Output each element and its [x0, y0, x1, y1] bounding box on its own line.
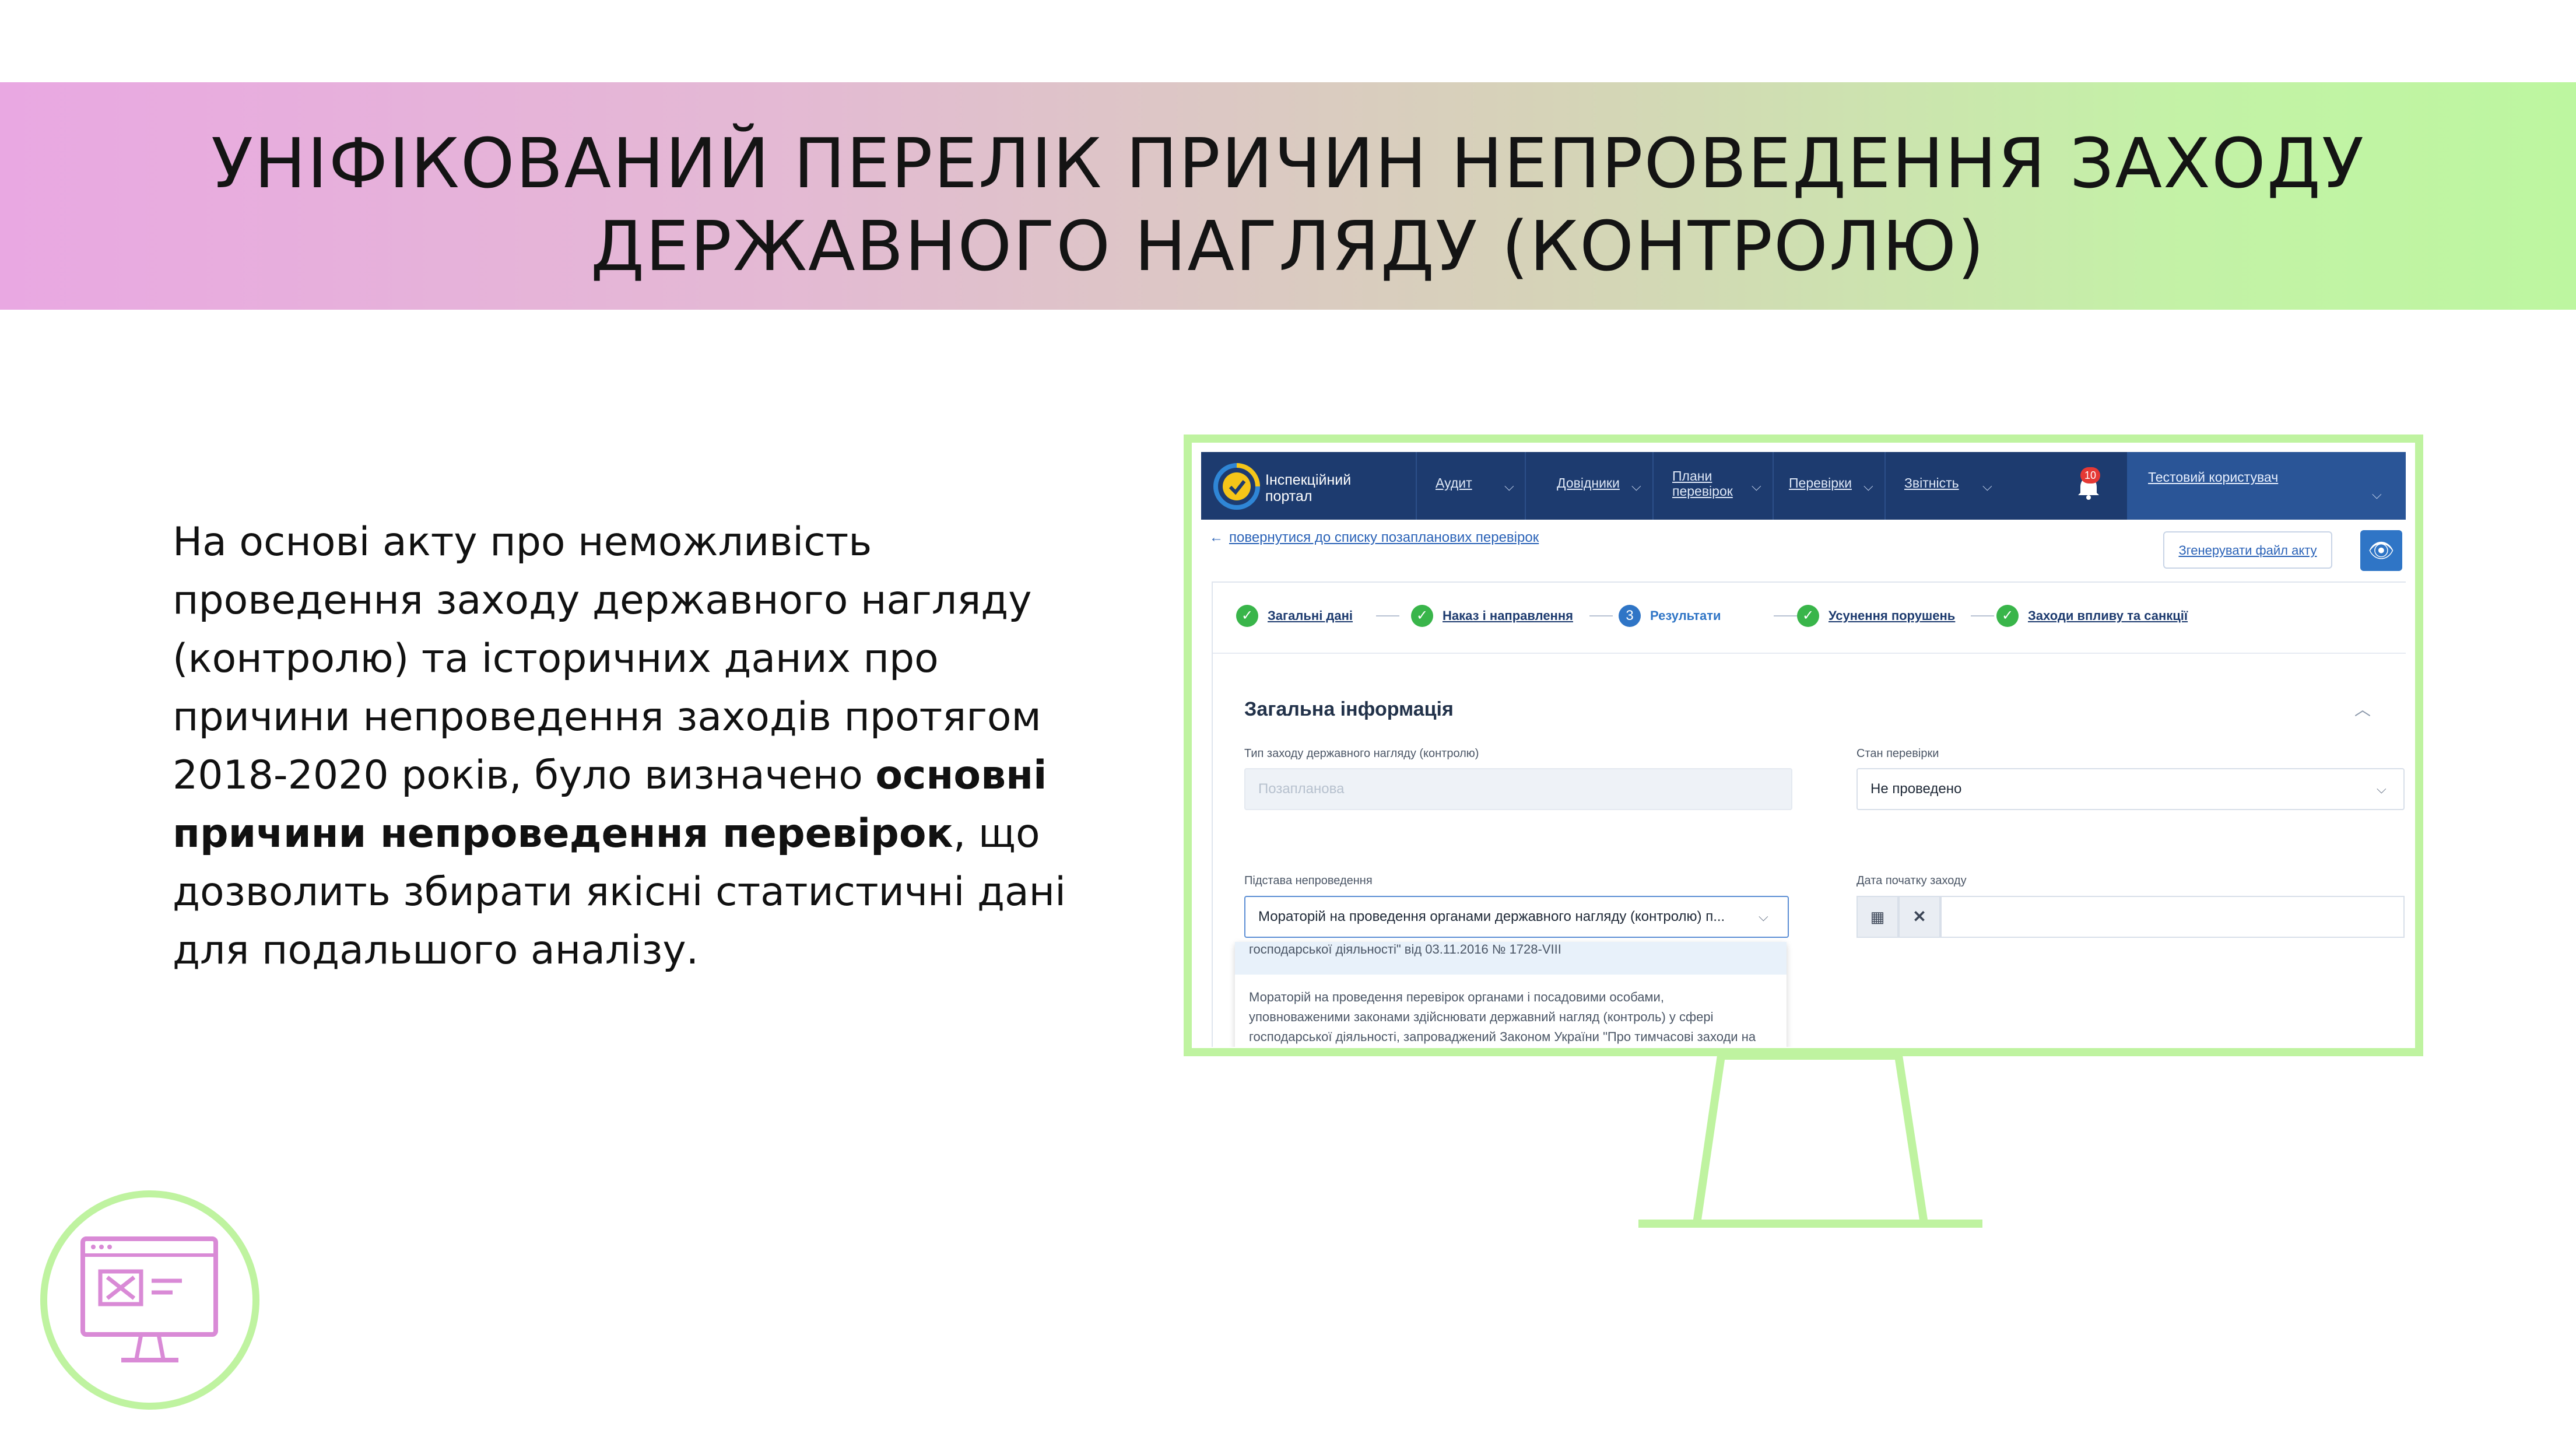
monitor-stand: [1638, 1054, 1982, 1228]
chevron-down-icon: ⌵: [1759, 909, 1768, 924]
step-general[interactable]: ✓ Загальні дані: [1236, 605, 1353, 627]
chevron-down-icon: ⌵: [2377, 782, 2387, 796]
nav-divider: [1884, 452, 1886, 520]
step-number: 3: [1619, 605, 1641, 627]
basis-label: Підстава непроведення: [1244, 874, 1373, 887]
notification-badge: 10: [2080, 467, 2100, 483]
dropdown-option[interactable]: Мораторій на проведення перевірок органа…: [1249, 987, 1762, 1047]
step-label: Усунення порушень: [1829, 608, 1956, 623]
header-banner: УНІФІКОВАНИЙ ПЕРЕЛІК ПРИЧИН НЕПРОВЕДЕННЯ…: [0, 82, 2576, 310]
step-connector: [1376, 615, 1399, 616]
user-menu[interactable]: Тестовий користувач ⌵: [2127, 452, 2406, 520]
eye-icon[interactable]: 👁: [2360, 530, 2402, 571]
step-label: Результати: [1650, 608, 1721, 623]
step-connector: [1774, 615, 1797, 616]
back-link-label: повернутися до списку позапланових перев…: [1229, 530, 1539, 545]
brand-line-2: портал: [1265, 488, 1312, 504]
state-label: Стан перевірки: [1856, 747, 1939, 760]
app-navbar: Інспекційний портал Аудит ⌵ Довідники ⌵ …: [1201, 452, 2406, 520]
basis-dropdown: господарської діяльності" від 03.11.2016…: [1235, 942, 1787, 1047]
step-label: Заходи впливу та санкції: [2028, 608, 2188, 623]
nav-divider: [1416, 452, 1417, 520]
nav-divider: [1525, 452, 1526, 520]
check-icon: ✓: [1797, 605, 1819, 627]
chevron-down-icon[interactable]: ⌵: [1863, 479, 1873, 494]
step-connector: [1971, 615, 1994, 616]
state-select[interactable]: Не проведено ⌵: [1856, 768, 2405, 810]
app-screenshot: Інспекційний портал Аудит ⌵ Довідники ⌵ …: [1201, 452, 2406, 1047]
section-title: Загальна інформація: [1244, 698, 1454, 720]
step-remediation[interactable]: ✓ Усунення порушень: [1797, 605, 1955, 627]
date-label: Дата початку заходу: [1856, 874, 1967, 887]
nav-divider: [1773, 452, 1774, 520]
calendar-icon[interactable]: ▦: [1856, 896, 1898, 938]
basis-select-value: Мораторій на проведення органами державн…: [1258, 909, 1725, 924]
back-link[interactable]: ← повернутися до списку позапланових пере…: [1209, 530, 1539, 546]
chevron-down-icon[interactable]: ⌵: [1752, 479, 1761, 494]
nav-divider: [1652, 452, 1654, 520]
check-icon: ✓: [1996, 605, 2019, 627]
generate-act-button[interactable]: Згенерувати файл акту: [2163, 531, 2332, 569]
chevron-down-icon[interactable]: ⌵: [1982, 479, 1992, 494]
step-label: Наказ і направлення: [1443, 608, 1573, 623]
nav-plans-line-2: перевірок: [1672, 483, 1733, 499]
page-title: УНІФІКОВАНИЙ ПЕРЕЛІК ПРИЧИН НЕПРОВЕДЕННЯ…: [0, 122, 2576, 288]
nav-item-plans[interactable]: Плани перевірок: [1672, 468, 1733, 499]
step-sanctions[interactable]: ✓ Заходи впливу та санкції: [1996, 605, 2188, 627]
type-label: Тип заходу державного нагляду (контролю): [1244, 747, 1479, 760]
nav-item-reports[interactable]: Звітність: [1904, 475, 1959, 490]
nav-item-directories[interactable]: Довідники: [1557, 475, 1620, 490]
basis-select[interactable]: Мораторій на проведення органами державн…: [1244, 896, 1789, 938]
user-name[interactable]: Тестовий користувач: [2148, 470, 2278, 485]
chevron-down-icon[interactable]: ⌵: [1504, 479, 1514, 494]
inspection-card: ✓ Загальні дані ✓ Наказ і направлення 3 …: [1212, 581, 2406, 1047]
monitor-error-icon: [40, 1190, 259, 1410]
description-paragraph: На основі акту про неможливість проведен…: [173, 513, 1105, 980]
page-title-line-1: УНІФІКОВАНИЙ ПЕРЕЛІК ПРИЧИН НЕПРОВЕДЕННЯ…: [211, 123, 2365, 204]
portal-brand[interactable]: Інспекційний портал: [1265, 472, 1359, 504]
step-label: Загальні дані: [1268, 608, 1353, 623]
page-title-line-2: ДЕРЖАВНОГО НАГЛЯДУ (КОНТРОЛЮ): [590, 206, 1986, 286]
date-input[interactable]: [1940, 896, 2405, 938]
state-select-value: Не проведено: [1870, 781, 1962, 797]
dropdown-option[interactable]: господарської діяльності" від 03.11.2016…: [1235, 942, 1787, 975]
step-order[interactable]: ✓ Наказ і направлення: [1411, 605, 1573, 627]
chevron-up-icon[interactable]: ︿: [2354, 697, 2371, 720]
nav-item-audit[interactable]: Аудит: [1436, 475, 1472, 490]
nav-plans-line-1: Плани: [1672, 468, 1712, 483]
chevron-down-icon[interactable]: ⌵: [2372, 487, 2382, 502]
chevron-down-icon[interactable]: ⌵: [1631, 479, 1641, 494]
check-icon: ✓: [1236, 605, 1258, 627]
type-field: Позапланова: [1244, 768, 1792, 810]
stepper: ✓ Загальні дані ✓ Наказ і направлення 3 …: [1213, 583, 2406, 654]
step-results[interactable]: 3 Результати: [1619, 605, 1721, 627]
clear-icon[interactable]: ✕: [1898, 896, 1940, 938]
step-connector: [1589, 615, 1613, 616]
brand-line-1: Інспекційний: [1265, 472, 1352, 488]
arrow-left-icon: ←: [1209, 530, 1223, 545]
nav-item-inspections[interactable]: Перевірки: [1789, 475, 1852, 490]
check-icon: ✓: [1411, 605, 1433, 627]
portal-logo-icon[interactable]: [1210, 460, 1263, 513]
